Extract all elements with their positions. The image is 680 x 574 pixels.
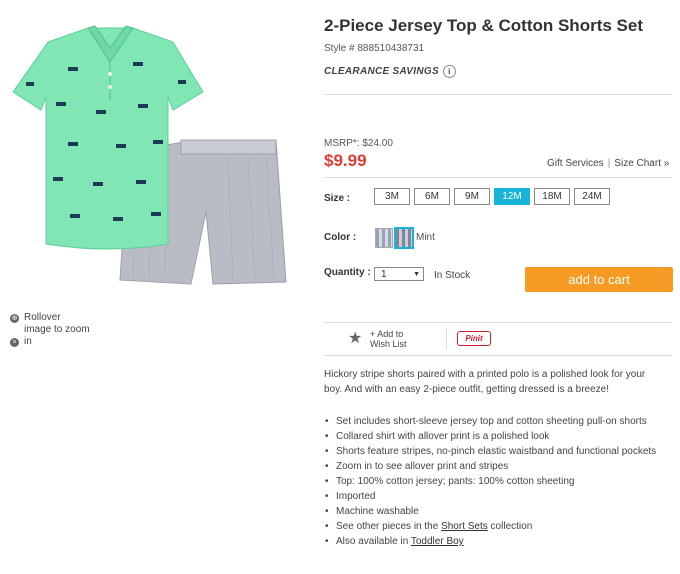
sale-price: $9.99 (324, 151, 367, 170)
color-name: Mint (416, 232, 435, 243)
chevron-down-icon: ▼ (413, 271, 420, 278)
add-to-wishlist[interactable]: ★ + Add to Wish List (348, 329, 407, 349)
list-item: Collared shirt with allover print is a p… (324, 429, 674, 444)
zoom-hint-line3: in (24, 336, 32, 347)
size-option-12m[interactable]: 12M (494, 188, 530, 205)
size-chart-link[interactable]: Size Chart » (614, 158, 669, 169)
product-image[interactable] (8, 22, 298, 297)
zoom-hint-line2: image to zoom (24, 324, 90, 335)
size-option-9m[interactable]: 9M (454, 188, 490, 205)
toddler-boy-link[interactable]: Toddler Boy (411, 536, 464, 547)
divider (324, 177, 672, 178)
product-links: Gift Services | Size Chart » (547, 158, 670, 169)
divider (324, 94, 672, 95)
list-item: Set includes short-sleeve jersey top and… (324, 414, 674, 429)
color-swatch-mint[interactable] (394, 227, 414, 249)
list-item-text: collection (487, 521, 533, 532)
list-item-text: Also available in (336, 536, 411, 547)
stock-status: In Stock (434, 270, 471, 281)
zoom-hint: ⊕ Rollover image to zoom × in (10, 312, 90, 348)
list-item: Zoom in to see allover print and stripes (324, 459, 674, 474)
info-icon[interactable]: i (442, 65, 456, 78)
size-option-6m[interactable]: 6M (414, 188, 450, 205)
list-item: Machine washable (324, 504, 674, 519)
star-icon: ★ (348, 330, 363, 347)
clearance-label: CLEARANCE SAVINGS i (324, 65, 456, 78)
product-title: 2-Piece Jersey Top & Cotton Shorts Set (324, 16, 643, 35)
quantity-label: Quantity : (324, 267, 371, 278)
divider (446, 328, 447, 350)
wishlist-line2: Wish List (370, 339, 407, 349)
product-description: Hickory stripe shorts paired with a prin… (324, 369, 646, 395)
color-label: Color : (324, 232, 357, 243)
divider (324, 355, 672, 356)
size-option-24m[interactable]: 24M (574, 188, 610, 205)
divider (324, 322, 672, 323)
size-label: Size : (324, 193, 351, 204)
feature-list: Set includes short-sleeve jersey top and… (324, 414, 674, 549)
list-item: Shorts feature stripes, no-pinch elastic… (324, 444, 674, 459)
list-item: Also available in Toddler Boy (324, 534, 674, 549)
quantity-value: 1 (381, 269, 387, 280)
zoom-hint-line1: Rollover (24, 312, 61, 323)
short-sets-link[interactable]: Short Sets (441, 521, 488, 532)
add-to-cart-button[interactable]: add to cart (525, 267, 673, 292)
color-swatch-gray[interactable] (375, 228, 393, 248)
list-item: Top: 100% cotton jersey; pants: 100% cot… (324, 474, 674, 489)
wishlist-line1: + Add to (370, 329, 404, 339)
size-option-18m[interactable]: 18M (534, 188, 570, 205)
zoom-icon: ⊕ (10, 314, 19, 323)
size-options: 3M 6M 9M 12M 18M 24M (374, 188, 610, 205)
list-item-text: See other pieces in the (336, 521, 442, 532)
close-icon[interactable]: × (10, 338, 19, 347)
list-item: See other pieces in the Short Sets colle… (324, 519, 674, 534)
clearance-text: CLEARANCE SAVINGS (324, 66, 439, 77)
pinit-button[interactable]: Pinit (457, 331, 491, 346)
style-number: Style # 888510438731 (324, 43, 425, 54)
gift-services-link[interactable]: Gift Services (547, 158, 604, 169)
msrp: MSRP*: $24.00 (324, 138, 393, 149)
size-option-3m[interactable]: 3M (374, 188, 410, 205)
list-item: Imported (324, 489, 674, 504)
quantity-select[interactable]: 1 ▼ (374, 267, 424, 281)
